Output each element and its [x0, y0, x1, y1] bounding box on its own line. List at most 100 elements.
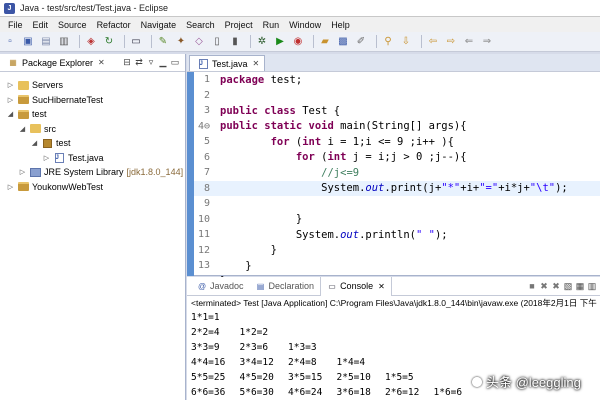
run-icon[interactable]: ▶: [273, 35, 287, 49]
project-icon: [17, 109, 29, 120]
save-all-icon[interactable]: ▤: [39, 35, 53, 49]
code-text: for (int j = i;j > 0 ;j--){: [295, 151, 467, 164]
open-editor-icon[interactable]: ▩: [336, 35, 350, 49]
console-icon: ▭: [328, 281, 336, 291]
scroll-lock-icon[interactable]: ▦: [574, 281, 586, 292]
back-icon[interactable]: ⇦: [426, 35, 440, 49]
package-explorer-tab[interactable]: ▦ Package Explorer ✕: [0, 54, 110, 72]
console-output-line: 1*1=1: [191, 310, 600, 325]
project-icon: [17, 94, 29, 105]
code-line[interactable]: 5 for (int i = 1;i <= 9 ;i++ ){: [194, 134, 600, 150]
next-edit-icon[interactable]: ⇒: [480, 35, 494, 49]
code-line[interactable]: 4⊖ public static void main(String[] args)…: [194, 119, 600, 135]
menu-window[interactable]: Window: [284, 20, 326, 30]
tree-item-youkonwwebtest[interactable]: ▷ YoukonwWebTest: [0, 180, 185, 195]
collapse-all-icon[interactable]: ⊟: [121, 57, 133, 68]
collapse-icon[interactable]: ◢: [30, 139, 39, 147]
mark-icon[interactable]: ▯: [210, 35, 224, 49]
maximize-icon[interactable]: ▭: [169, 57, 181, 68]
expand-icon[interactable]: ▷: [6, 81, 15, 89]
collapse-icon[interactable]: ◢: [18, 125, 27, 133]
expand-icon[interactable]: ▷: [42, 154, 51, 162]
watermark: 头条 @leeggling: [472, 372, 581, 391]
next-annotation-icon[interactable]: ⇩: [399, 35, 413, 49]
menu-run[interactable]: Run: [258, 20, 285, 30]
console-output-cell: 5*6=30: [239, 387, 274, 398]
pen-icon[interactable]: ✐: [354, 35, 368, 49]
console-output-cell: 5*5=25: [191, 372, 226, 383]
code-line[interactable]: 3 public class Test {: [194, 103, 600, 119]
collapse-icon[interactable]: ◢: [6, 110, 15, 118]
main-toolbar: ▫ ▣ ▤ ▥ ◈ ↻ ▭ ✎ ✦ ◇ ▯ ▮ ✲ ▶ ◉ ▰ ▩ ✐ ⚲ ⇩ …: [0, 32, 600, 52]
tree-item-jre-library[interactable]: ▷ JRE System Library [jdk1.8.0_144]: [0, 165, 185, 180]
remove-all-icon[interactable]: ✖: [550, 281, 562, 292]
toolbar-separator: [151, 35, 152, 48]
code-line[interactable]: 13 }: [194, 258, 600, 274]
menu-edit[interactable]: Edit: [28, 20, 54, 30]
console-output-cell: 6*6=36: [191, 387, 226, 398]
save-icon[interactable]: ▣: [21, 35, 35, 49]
code-line[interactable]: 11 System.out.println(" ");: [194, 227, 600, 243]
code-line[interactable]: 7 //j<=9: [194, 165, 600, 181]
menu-search[interactable]: Search: [181, 20, 220, 30]
code-line[interactable]: 8 System.out.print(j+"*"+i+"="+i*j+"\t")…: [194, 180, 600, 196]
close-icon[interactable]: ✕: [378, 282, 385, 291]
expand-icon[interactable]: ▷: [6, 183, 15, 191]
clear-console-icon[interactable]: ▧: [562, 281, 574, 292]
refresh-icon[interactable]: ↻: [102, 35, 116, 49]
open-folder-icon[interactable]: ▰: [318, 35, 332, 49]
editor-tab-test-java[interactable]: J Test.java ✕: [189, 55, 266, 71]
tab-javadoc[interactable]: @ Javadoc: [191, 277, 250, 296]
debug-icon[interactable]: ✲: [255, 35, 269, 49]
tab-declaration[interactable]: ▤ Declaration: [250, 277, 321, 296]
new-icon[interactable]: ▫: [3, 35, 17, 49]
menu-refactor[interactable]: Refactor: [92, 20, 136, 30]
library-icon: [29, 167, 41, 178]
code-line[interactable]: 12 }: [194, 243, 600, 259]
declaration-icon: ▤: [256, 281, 265, 291]
code-area[interactable]: 1 package test; 2 3 public class Test {4⊖ pub…: [187, 72, 600, 287]
tree-item-src[interactable]: ◢ src: [0, 122, 185, 137]
console-output-line: 2*2=4 1*2=2: [191, 325, 600, 340]
toggle-icon[interactable]: ▮: [228, 35, 242, 49]
print-icon[interactable]: ▥: [57, 35, 71, 49]
console-output-cell: 1*2=2: [239, 327, 269, 338]
view-menu-icon[interactable]: ▿: [145, 57, 157, 68]
code-line[interactable]: 2: [194, 88, 600, 104]
tree-item-test-package[interactable]: ◢ test: [0, 136, 185, 151]
code-line[interactable]: 9: [194, 196, 600, 212]
run-config-icon[interactable]: ◉: [291, 35, 305, 49]
menu-help[interactable]: Help: [326, 20, 355, 30]
expand-icon[interactable]: ▷: [18, 168, 27, 176]
link-editor-icon[interactable]: ⇄: [133, 57, 145, 68]
expand-icon[interactable]: ▷: [6, 96, 15, 104]
open-type-icon[interactable]: ✎: [156, 35, 170, 49]
menu-navigate[interactable]: Navigate: [136, 20, 182, 30]
close-icon[interactable]: ✕: [98, 58, 105, 67]
last-edit-icon[interactable]: ⇐: [462, 35, 476, 49]
tree-item-suchibernatetest[interactable]: ▷ SucHibernateTest: [0, 93, 185, 108]
terminate-icon[interactable]: ■: [526, 281, 538, 292]
pin-console-icon[interactable]: ▥: [586, 281, 598, 292]
build-icon[interactable]: ◈: [84, 35, 98, 49]
forward-icon[interactable]: ⇨: [444, 35, 458, 49]
menu-file[interactable]: File: [3, 20, 28, 30]
tree-item-servers[interactable]: ▷ Servers: [0, 78, 185, 93]
code-line[interactable]: 6 for (int j = i;j > 0 ;j--){: [194, 150, 600, 166]
tab-console[interactable]: ▭ Console ✕: [320, 276, 392, 296]
wand-icon[interactable]: ✦: [174, 35, 188, 49]
toolbar-separator: [376, 35, 377, 48]
minimize-icon[interactable]: ▁: [157, 57, 169, 68]
tree-item-label: test: [56, 138, 71, 149]
menu-project[interactable]: Project: [220, 20, 258, 30]
pin-icon[interactable]: ⚲: [381, 35, 395, 49]
code-line[interactable]: 1 package test;: [194, 72, 600, 88]
tree-item-test-project[interactable]: ◢ test: [0, 107, 185, 122]
tree-item-test-java[interactable]: ▷ J Test.java: [0, 151, 185, 166]
remove-launch-icon[interactable]: ✖: [538, 281, 550, 292]
code-line[interactable]: 10 }: [194, 212, 600, 228]
menu-source[interactable]: Source: [53, 20, 92, 30]
terminal-icon[interactable]: ▭: [129, 35, 143, 49]
close-icon[interactable]: ✕: [253, 59, 260, 68]
external-tools-icon[interactable]: ◇: [192, 35, 206, 49]
